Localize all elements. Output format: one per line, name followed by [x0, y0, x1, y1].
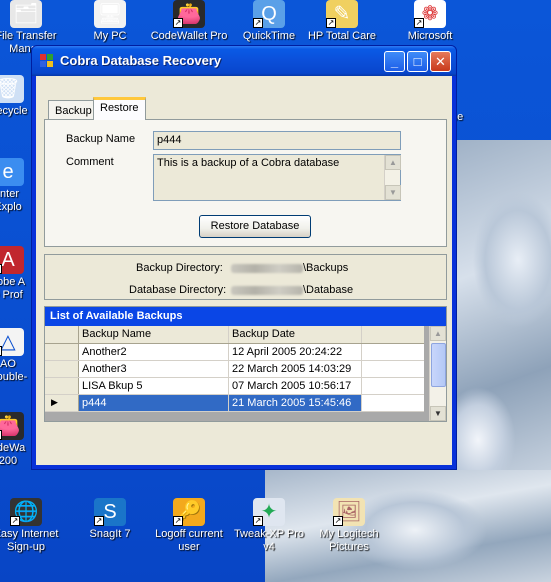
backups-list-panel: List of Available Backups Backup Name Ba…	[44, 306, 447, 422]
comment-field[interactable]: This is a backup of a Cobra database ▲ ▼	[153, 154, 401, 201]
comment-scrollbar[interactable]: ▲ ▼	[384, 155, 401, 200]
aol-icon: △↗	[0, 328, 24, 356]
tweakxp-icon: ✦ ↗	[253, 498, 285, 526]
row-header-corner	[45, 326, 79, 343]
logoff-icon: 🔑 ↗	[173, 498, 205, 526]
list-title: List of Available Backups	[45, 307, 446, 326]
row-header[interactable]	[45, 378, 79, 394]
title-bar[interactable]: Cobra Database Recovery _ □ ✕	[32, 46, 456, 76]
backups-grid: Backup Name Backup Date Another2 12 Apri…	[45, 326, 424, 412]
shortcut-arrow-icon: ↗	[173, 18, 183, 28]
shortcut-arrow-icon: ↗	[173, 516, 183, 526]
scroll-thumb[interactable]	[431, 343, 446, 387]
scroll-up-icon[interactable]: ▲	[385, 155, 401, 170]
desktop-icon-logoff[interactable]: 🔑 ↗ Logoff current user	[149, 498, 229, 554]
microsoft-icon: ❁ ↗	[414, 0, 446, 28]
cell-backup-date[interactable]: 21 March 2005 15:45:46	[229, 395, 362, 411]
backup-name-field[interactable]: p444	[153, 131, 401, 150]
adobe-icon: A↗	[0, 246, 24, 274]
desktop-icon-logitech-pictures[interactable]: 🖼 ↗ My Logitech Pictures	[309, 498, 389, 554]
shortcut-arrow-icon: ↗	[333, 516, 343, 526]
shortcut-arrow-icon: ↗	[0, 430, 2, 440]
row-header[interactable]	[45, 361, 79, 377]
tab-backup[interactable]: Backup	[48, 100, 99, 119]
minimize-icon: _	[390, 54, 399, 69]
cell-backup-name[interactable]: LISA Bkup 5	[79, 378, 229, 394]
redacted-path	[231, 263, 303, 273]
shortcut-arrow-icon: ↗	[0, 346, 2, 356]
codewallet-icon: 👛 ↗	[173, 0, 205, 28]
window-title: Cobra Database Recovery	[60, 53, 222, 68]
maximize-button[interactable]: □	[407, 51, 428, 72]
table-row-selected[interactable]: ▶ p444 21 March 2005 15:45:46	[45, 395, 424, 412]
current-row-arrow-icon[interactable]: ▶	[45, 395, 79, 411]
desktop-icon-snagit[interactable]: S ↗ SnagIt 7	[70, 498, 150, 541]
shortcut-arrow-icon: ↗	[94, 516, 104, 526]
desktop-icon-microsoft[interactable]: ❁↗ Microsoft Picture It	[390, 0, 470, 43]
codewallet2-icon: 👛↗	[0, 412, 24, 440]
cell-backup-name[interactable]: Another2	[79, 344, 229, 360]
cell-backup-date[interactable]: 07 March 2005 10:56:17	[229, 378, 362, 394]
shortcut-arrow-icon: ↗	[253, 18, 263, 28]
desktop-icon-tweak-xp[interactable]: ✦ ↗ Tweak-XP Pro v4	[229, 498, 309, 554]
table-row[interactable]: Another2 12 April 2005 20:24:22	[45, 344, 424, 361]
scroll-down-icon[interactable]: ▼	[430, 406, 446, 421]
maximize-icon: □	[413, 54, 422, 69]
shortcut-arrow-icon: ↗	[0, 264, 2, 274]
file-transfer-icon: 🗂	[10, 0, 42, 28]
logitech-icon: 🖼 ↗	[333, 498, 365, 526]
hp-icon: ✎ ↗	[326, 0, 358, 28]
cell-backup-name[interactable]: p444	[79, 395, 229, 411]
close-button[interactable]: ✕	[430, 51, 451, 72]
backup-directory-label: Backup Directory:	[136, 262, 223, 274]
backup-directory-value: \Backups	[231, 262, 348, 274]
table-row[interactable]: Another3 22 March 2005 14:03:29	[45, 361, 424, 378]
list-vertical-scrollbar[interactable]: ▲ ▼	[429, 326, 446, 421]
scroll-down-icon[interactable]: ▼	[385, 185, 401, 200]
quicktime-icon: Q ↗	[253, 0, 285, 28]
shortcut-arrow-icon: ↗	[253, 516, 263, 526]
redacted-path	[231, 285, 303, 295]
shortcut-arrow-icon: ↗	[326, 18, 336, 28]
desktop-icon-quicktime[interactable]: Q↗ QuickTime Player	[229, 0, 309, 43]
table-row[interactable]: LISA Bkup 5 07 March 2005 10:56:17	[45, 378, 424, 395]
recycle-bin-icon: 🗑	[0, 75, 24, 103]
column-header-backup-name[interactable]: Backup Name	[79, 326, 229, 343]
comment-label: Comment	[66, 156, 114, 168]
close-icon: ✕	[435, 54, 446, 69]
cobra-recovery-window: Cobra Database Recovery _ □ ✕ Backup Res…	[31, 45, 457, 470]
restore-database-button[interactable]: Restore Database	[199, 215, 311, 238]
desktop-icon-codewallet-pro[interactable]: 👛 ↗ CodeWallet Pro	[149, 0, 229, 43]
app-icon	[40, 54, 53, 67]
my-pc-icon: 🖥	[94, 0, 126, 28]
tab-restore[interactable]: Restore	[93, 97, 146, 120]
cell-backup-name[interactable]: Another3	[79, 361, 229, 377]
database-directory-label: Database Directory:	[129, 284, 227, 296]
internet-explorer-icon: e	[0, 158, 24, 186]
column-header-backup-date[interactable]: Backup Date	[229, 326, 362, 343]
shortcut-arrow-icon: ↗	[10, 516, 20, 526]
backup-name-label: Backup Name	[66, 133, 136, 145]
shortcut-arrow-icon: ↗	[414, 18, 424, 28]
database-directory-value: \Database	[231, 284, 353, 296]
snagit-icon: S ↗	[94, 498, 126, 526]
minimize-button[interactable]: _	[384, 51, 405, 72]
window-client-area: Backup Restore Backup Name p444 Comment …	[36, 76, 452, 465]
comment-text: This is a backup of a Cobra database	[157, 157, 340, 169]
desktop-icon-my-pc[interactable]: 🖥 My PC Essentials	[70, 0, 150, 43]
directories-panel: Backup Directory: \Backups Database Dire…	[44, 254, 447, 300]
cell-backup-date[interactable]: 12 April 2005 20:24:22	[229, 344, 362, 360]
desktop-icon-easy-internet[interactable]: 🌐↗ Easy Internet Sign-up	[0, 498, 66, 554]
grid-header-row: Backup Name Backup Date	[45, 326, 424, 344]
row-header[interactable]	[45, 344, 79, 360]
restore-tab-panel: Backup Name p444 Comment This is a backu…	[44, 119, 447, 247]
scroll-up-icon[interactable]: ▲	[430, 326, 446, 341]
easy-internet-icon: 🌐 ↗	[10, 498, 42, 526]
cell-backup-date[interactable]: 22 March 2005 14:03:29	[229, 361, 362, 377]
desktop-icon-hp-total-care[interactable]: ✎ ↗ HP Total Care	[302, 0, 382, 43]
